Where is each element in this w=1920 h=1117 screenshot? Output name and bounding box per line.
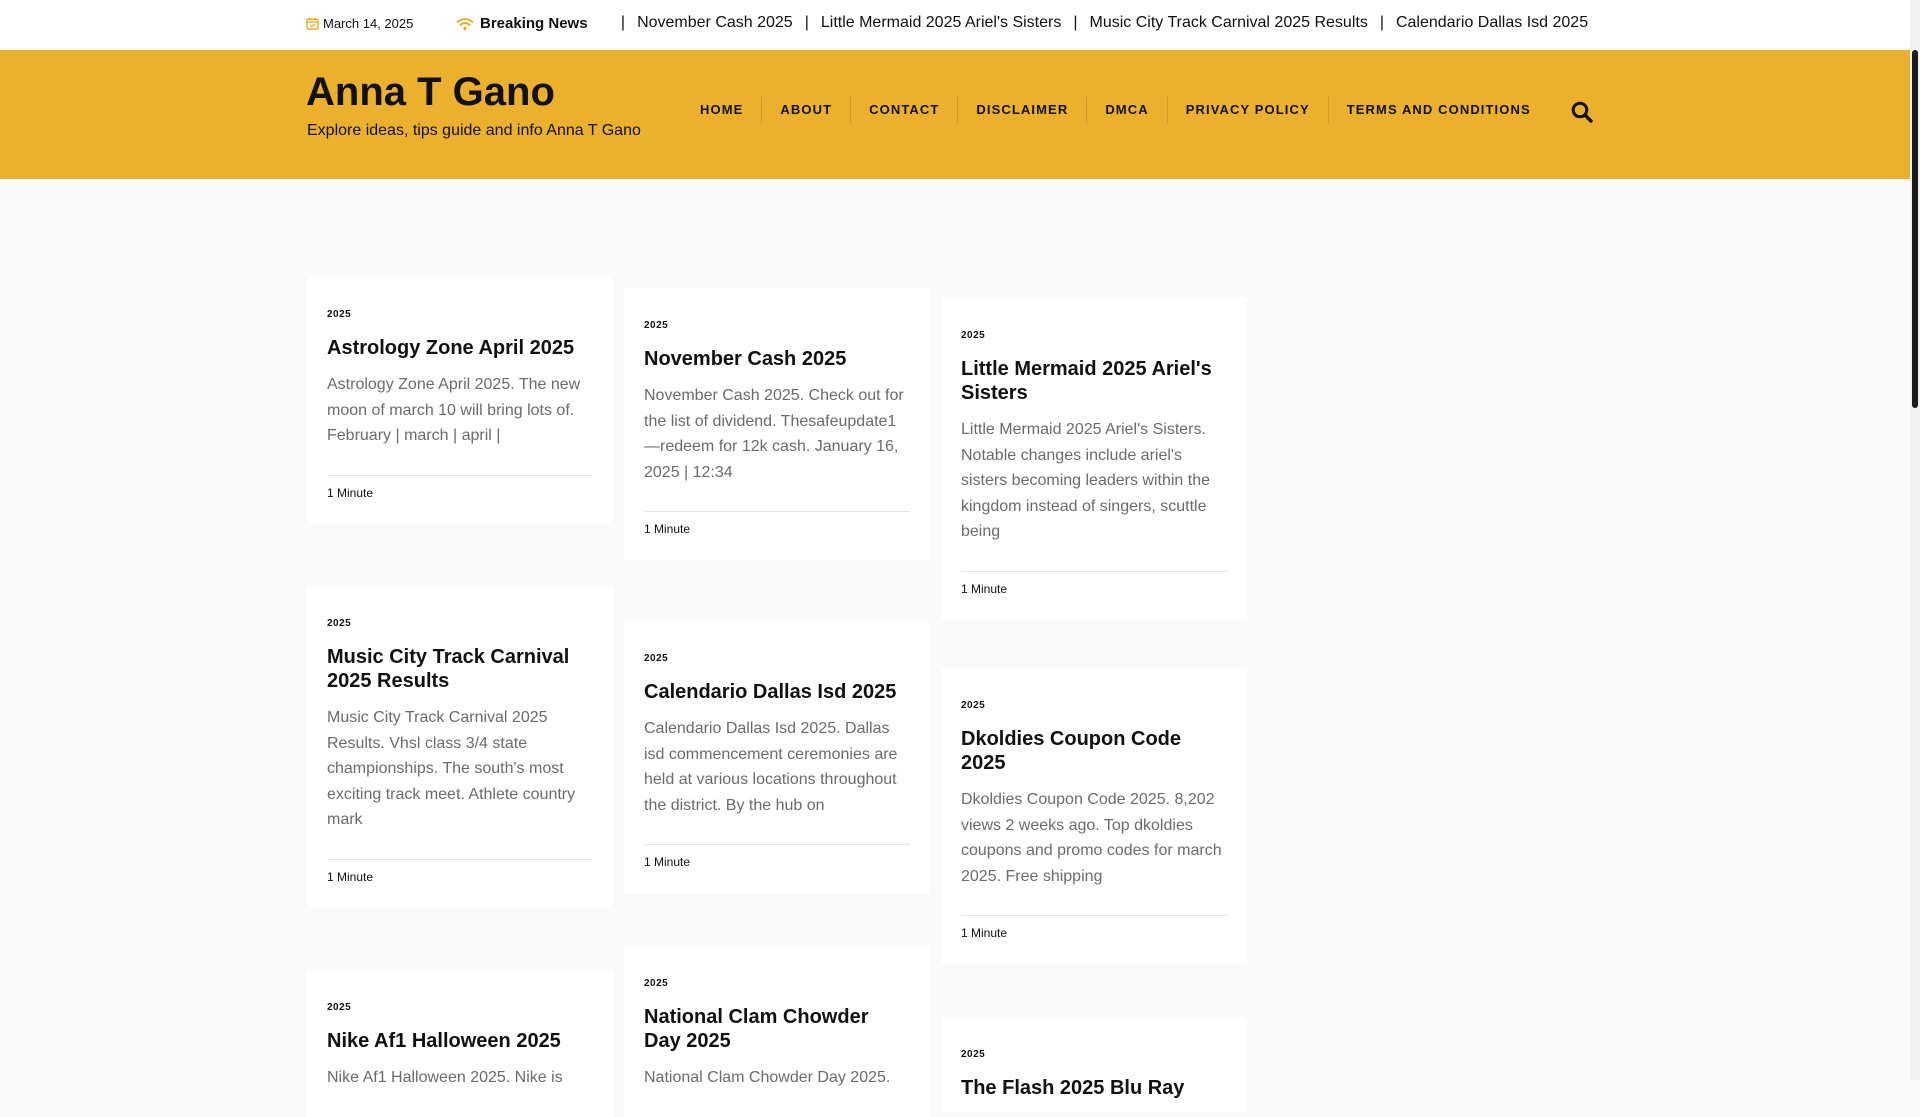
post-title[interactable]: Nike Af1 Halloween 2025 bbox=[327, 1029, 593, 1053]
ticker-item[interactable]: Calendario Dallas Isd 2025 bbox=[1396, 14, 1588, 32]
post-read-time: 1 Minute bbox=[644, 844, 910, 893]
ticker-item[interactable]: Little Mermaid 2025 Ariel's Sisters bbox=[821, 14, 1061, 32]
nav-item-privacy-policy[interactable]: PRIVACY POLICY bbox=[1168, 97, 1329, 123]
post-read-time: 1 Minute bbox=[327, 474, 593, 524]
post-category[interactable]: 2025 bbox=[961, 330, 1227, 341]
post-title[interactable]: November Cash 2025 bbox=[644, 347, 910, 371]
post-card: 2025 Calendario Dallas Isd 2025 Calendar… bbox=[624, 621, 930, 893]
post-category[interactable]: 2025 bbox=[644, 978, 910, 989]
post-title[interactable]: Astrology Zone April 2025 bbox=[327, 336, 593, 360]
page-scrollbar[interactable] bbox=[1910, 0, 1920, 1080]
site-tagline: Explore ideas, tips guide and info Anna … bbox=[307, 122, 641, 139]
post-title[interactable]: Dkoldies Coupon Code 2025 bbox=[961, 727, 1227, 775]
post-excerpt: November Cash 2025. Check out for the li… bbox=[644, 387, 904, 481]
post-category[interactable]: 2025 bbox=[961, 1049, 1227, 1060]
post-read-time: 1 Minute bbox=[961, 915, 1227, 964]
ticker-separator: | bbox=[1379, 14, 1384, 31]
nav-item-terms-and-conditions[interactable]: TERMS AND CONDITIONS bbox=[1329, 97, 1549, 123]
news-ticker: 5 | November Cash 2025 | Little Mermaid … bbox=[618, 14, 1594, 36]
ticker-item[interactable]: Music City Track Carnival 2025 Results bbox=[1090, 14, 1368, 32]
post-title[interactable]: Little Mermaid 2025 Ariel's Sisters bbox=[961, 357, 1227, 405]
nav-item-about[interactable]: ABOUT bbox=[762, 97, 852, 123]
calendar-icon bbox=[306, 17, 319, 30]
ticker-separator: | bbox=[1588, 14, 1594, 32]
post-category[interactable]: 2025 bbox=[644, 653, 910, 664]
post-read-time: 1 Minute bbox=[644, 511, 910, 560]
nav-item-contact[interactable]: CONTACT bbox=[851, 97, 959, 123]
post-card: 2025 Nike Af1 Halloween 2025 Nike Af1 Ha… bbox=[307, 970, 613, 1117]
post-card: 2025 The Flash 2025 Blu Ray bbox=[941, 1017, 1247, 1112]
post-read-time: 1 Minute bbox=[327, 858, 593, 908]
post-category[interactable]: 2025 bbox=[327, 1002, 593, 1013]
post-card: 2025 Dkoldies Coupon Code 2025 Dkoldies … bbox=[941, 668, 1247, 964]
post-excerpt: Nike Af1 Halloween 2025. Nike is bbox=[327, 1069, 563, 1086]
post-excerpt: Music City Track Carnival 2025 Results. … bbox=[327, 709, 576, 828]
post-excerpt: Astrology Zone April 2025. The new moon … bbox=[327, 376, 581, 444]
post-card: 2025 Little Mermaid 2025 Ariel's Sisters… bbox=[941, 298, 1247, 620]
post-excerpt: National Clam Chowder Day 2025. bbox=[644, 1069, 891, 1086]
nav-item-dmca[interactable]: DMCA bbox=[1087, 97, 1168, 123]
wifi-icon bbox=[456, 17, 474, 30]
ticker-separator: | bbox=[620, 14, 626, 31]
post-title[interactable]: Calendario Dallas Isd 2025 bbox=[644, 680, 910, 704]
ticker-item[interactable]: November Cash 2025 bbox=[637, 14, 793, 32]
post-card: 2025 Astrology Zone April 2025 Astrology… bbox=[307, 277, 613, 524]
breaking-news-text: Breaking News bbox=[480, 15, 588, 32]
search-icon bbox=[1571, 101, 1593, 123]
site-title[interactable]: Anna T Gano bbox=[306, 70, 555, 115]
current-date: March 14, 2025 bbox=[306, 16, 413, 31]
post-excerpt: Calendario Dallas Isd 2025. Dallas isd c… bbox=[644, 720, 898, 814]
top-bar: March 14, 2025 Breaking News 5 | Novembe… bbox=[0, 0, 1910, 50]
post-category[interactable]: 2025 bbox=[327, 618, 593, 629]
post-card: 2025 National Clam Chowder Day 2025 Nati… bbox=[624, 946, 930, 1117]
post-category[interactable]: 2025 bbox=[327, 309, 593, 320]
post-excerpt: Dkoldies Coupon Code 2025. 8,202 views 2… bbox=[961, 791, 1222, 885]
post-category[interactable]: 2025 bbox=[961, 700, 1227, 711]
search-button[interactable] bbox=[1570, 100, 1594, 124]
post-read-time: 1 Minute bbox=[961, 570, 1227, 620]
date-text: March 14, 2025 bbox=[323, 16, 414, 31]
post-card: 2025 Music City Track Carnival 2025 Resu… bbox=[307, 586, 613, 908]
post-title[interactable]: Music City Track Carnival 2025 Results bbox=[327, 645, 593, 693]
main-nav: HOME ABOUT CONTACT DISCLAIMER DMCA PRIVA… bbox=[682, 97, 1549, 123]
nav-item-disclaimer[interactable]: DISCLAIMER bbox=[958, 97, 1088, 123]
post-title[interactable]: National Clam Chowder Day 2025 bbox=[644, 1005, 910, 1053]
scrollbar-thumb[interactable] bbox=[1912, 50, 1918, 408]
post-card: 2025 November Cash 2025 November Cash 20… bbox=[624, 288, 930, 560]
site-header: Anna T Gano Explore ideas, tips guide an… bbox=[0, 50, 1910, 179]
ticker-separator: | bbox=[1073, 14, 1078, 31]
post-category[interactable]: 2025 bbox=[644, 320, 910, 331]
ticker-separator: | bbox=[804, 14, 809, 31]
post-excerpt: Little Mermaid 2025 Ariel's Sisters. Not… bbox=[961, 421, 1211, 540]
nav-item-home[interactable]: HOME bbox=[682, 97, 763, 123]
breaking-news-label: Breaking News bbox=[456, 15, 588, 32]
